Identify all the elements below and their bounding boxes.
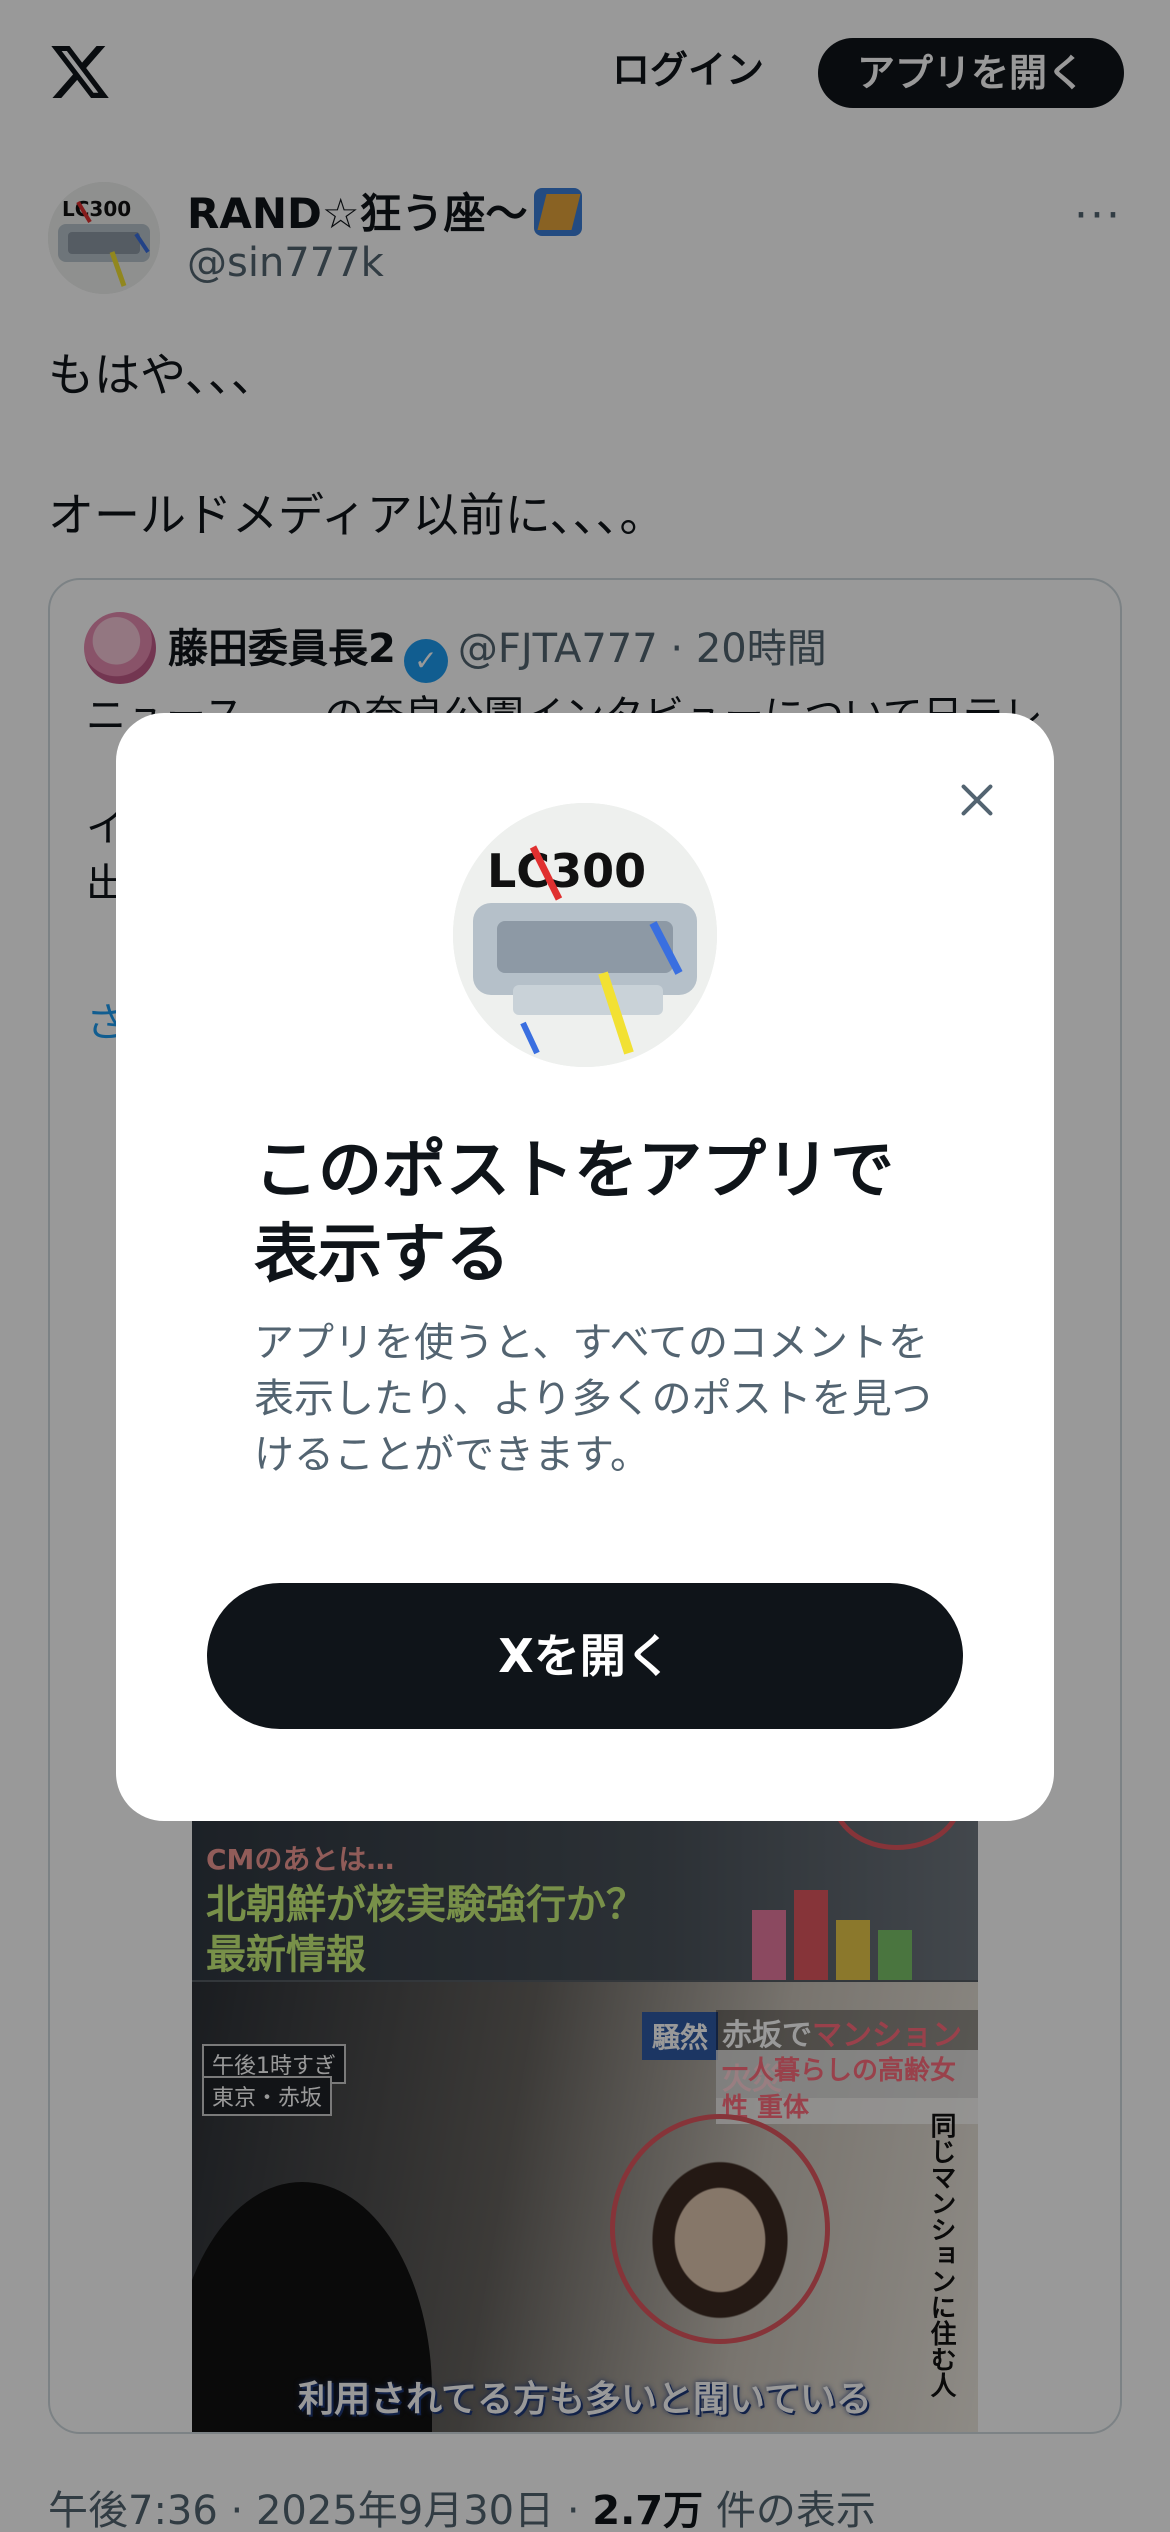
modal-avatar: LC300 <box>453 803 717 1067</box>
modal-description: アプリを使うと、すべてのコメントを表示したり、より多くのポストを見つけることがで… <box>254 1320 932 1478</box>
open-x-button[interactable]: Xを開く <box>207 1583 963 1729</box>
close-icon[interactable] <box>942 765 1012 835</box>
modal-title: このポストをアプリで表示する <box>254 1134 894 1292</box>
svg-text:LC300: LC300 <box>487 844 646 898</box>
open-in-app-modal: LC300 このポストをアプリで表示する アプリを使うと、すべてのコメントを表示… <box>116 713 1054 1821</box>
